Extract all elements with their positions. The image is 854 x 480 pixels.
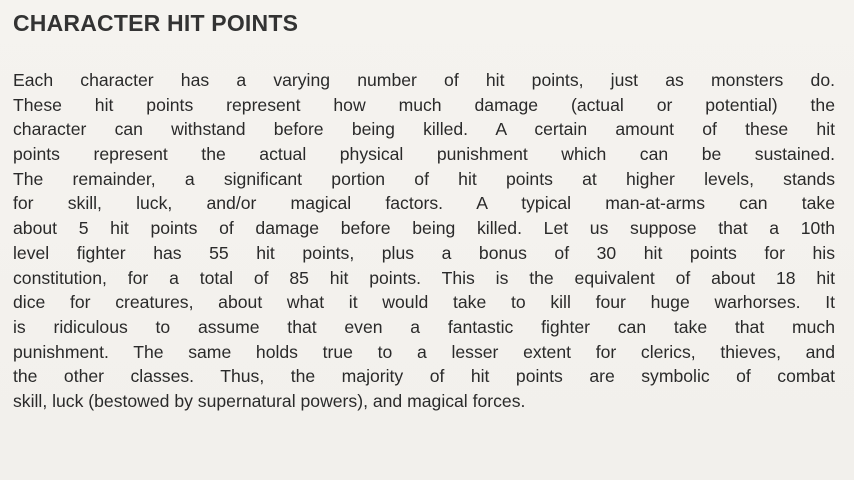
paragraph-line: Each character has a varying number of h… [13, 70, 835, 90]
paragraph-line: is ridiculous to assume that even a fant… [13, 316, 835, 337]
paragraph-line: the other classes. Thus, the majority of… [13, 366, 835, 387]
paragraph-line: level fighter has 55 hit points, plus a … [13, 242, 835, 263]
paragraph-line: character can withstand before being kil… [13, 119, 835, 140]
paragraph-line: for skill, luck, and/or magical factors.… [13, 193, 835, 214]
paragraph-line: skill, luck (bestowed by supernatural po… [13, 390, 526, 411]
document-page: CHARACTER HIT POINTS Each character has … [0, 0, 854, 480]
section-heading: CHARACTER HIT POINTS [13, 10, 299, 36]
paragraph-line: The remainder, a significant portion of … [13, 168, 835, 189]
body-paragraph: Each character has a varying number of h… [13, 68, 835, 414]
paragraph-line: dice for creatures, about what it would … [13, 292, 835, 313]
paragraph-line: points represent the actual physical pun… [13, 144, 835, 165]
paragraph-line: These hit points represent how much dama… [13, 94, 835, 115]
paragraph-line: constitution, for a total of 85 hit poin… [13, 267, 835, 288]
paragraph-line: about 5 hit points of damage before bein… [13, 218, 835, 239]
paragraph-line: punishment. The same holds true to a les… [13, 341, 835, 362]
